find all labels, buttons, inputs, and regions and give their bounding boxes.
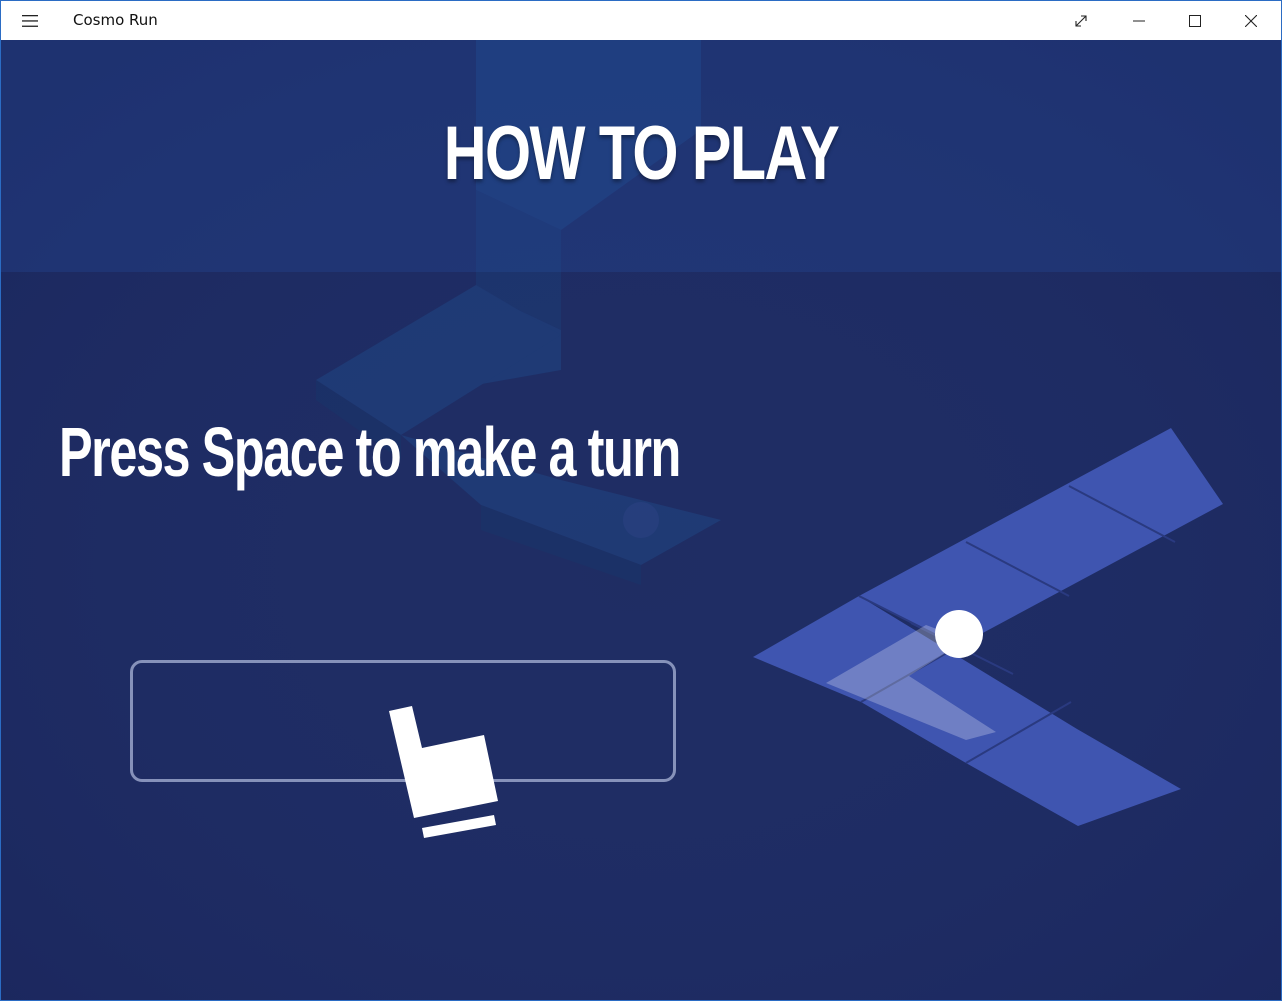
maximize-icon xyxy=(1189,14,1201,27)
app-title: Cosmo Run xyxy=(73,11,158,29)
minimize-icon xyxy=(1133,20,1145,21)
pressing-hand-icon xyxy=(389,706,498,838)
title-bar: Cosmo Run xyxy=(1,1,1281,40)
instruction-text: Press Space to make a turn xyxy=(59,413,681,491)
game-stage[interactable]: HOW TO PLAY Press Space to make a turn xyxy=(1,40,1281,1000)
app-window: Cosmo Run HOW TO PLAY Press Space to mak… xyxy=(0,0,1282,1001)
maximize-button[interactable] xyxy=(1167,1,1223,40)
close-icon xyxy=(1245,14,1257,27)
page-title: HOW TO PLAY xyxy=(443,111,840,196)
zigzag-track-illustration xyxy=(753,428,1223,826)
ball-icon xyxy=(935,610,983,658)
hamburger-menu-icon[interactable] xyxy=(15,9,45,33)
close-button[interactable] xyxy=(1223,1,1279,40)
fullscreen-icon xyxy=(1075,14,1087,27)
minimize-button[interactable] xyxy=(1111,1,1167,40)
fullscreen-button[interactable] xyxy=(1053,1,1109,40)
